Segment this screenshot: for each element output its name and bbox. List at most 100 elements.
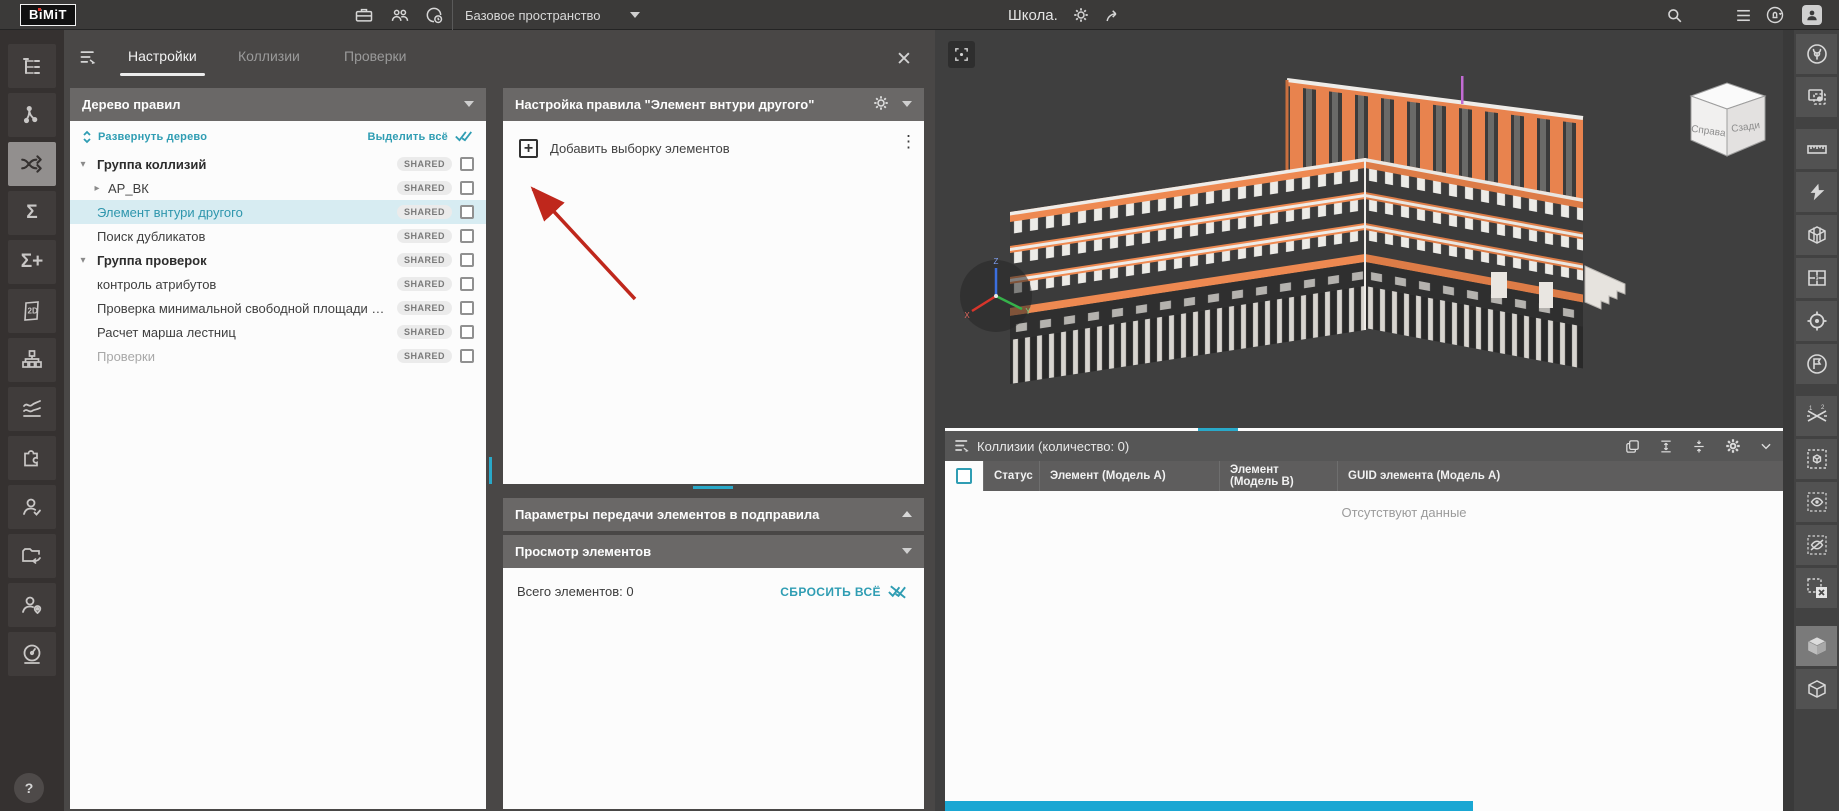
tree-item-checkbox[interactable] [460,205,474,219]
column-guid-a[interactable]: GUID элемента (Модель A) [1337,461,1783,491]
table-settings-icon[interactable] [1724,437,1742,455]
tree-item-min-area-check[interactable]: Проверка минимальной свободной площади с… [70,296,486,320]
tree-item-checkbox[interactable] [460,301,474,315]
panel-menu-icon[interactable] [953,437,971,454]
column-status[interactable]: Статус [983,461,1039,491]
workspace-caret-icon[interactable] [630,12,640,18]
tree-item-checkbox[interactable] [460,253,474,267]
team-icon[interactable] [388,3,412,27]
clash-rules-icon[interactable] [8,142,56,186]
focus-model-button[interactable] [948,41,975,68]
tree-item-checks[interactable]: Проверки SHARED [70,344,486,368]
fit-columns-icon[interactable] [1691,438,1707,455]
show-eye-icon[interactable] [1796,482,1837,522]
graph-branch-icon[interactable] [8,93,56,137]
search-icon[interactable] [1662,3,1686,27]
rule-tree-header[interactable]: Дерево правил [70,88,486,121]
user-check-icon[interactable] [8,485,56,529]
tree-item-checkbox[interactable] [460,157,474,171]
transfer-params-panel[interactable]: Параметры передачи элементов в подправил… [503,498,924,531]
reset-all-link[interactable]: СБРОСИТЬ ВСЁ [780,585,908,599]
gauge-icon[interactable] [8,632,56,676]
flag-icon[interactable] [1796,344,1837,384]
expand-arrow-icon[interactable]: ▸ [92,183,102,194]
collapse-caret-up-icon[interactable] [902,511,912,517]
model-viewport[interactable]: Справа Сзади Z X Y Коллизии (количество:… [935,30,1783,811]
collapse-caret-icon[interactable] [902,101,912,107]
select-all-link[interactable]: Выделить всё [367,130,474,143]
building-model [935,30,1783,428]
rule-gear-icon[interactable] [872,94,890,112]
axes-gizmo[interactable]: Z X Y [956,254,1036,334]
workspace-selector[interactable]: Базовое пространство [465,0,601,30]
projects-icon[interactable] [352,3,376,27]
collapse-arrow-icon[interactable]: ▾ [78,159,88,170]
isolate-cube-icon[interactable] [1796,439,1837,479]
tree-item-checkbox[interactable] [460,229,474,243]
section-box-icon[interactable] [1796,215,1837,255]
ghost-cube-icon[interactable] [1796,669,1837,709]
globe-status-icon[interactable] [422,3,446,27]
navigation-cube[interactable]: Справа Сзади [1681,72,1773,164]
model-tree-icon[interactable] [8,44,56,88]
tab-collisions[interactable]: Коллизии [236,44,302,68]
collapse-caret-icon[interactable] [464,101,474,107]
account-icon[interactable] [1800,3,1824,27]
tree-item-ar-vk[interactable]: ▸ АР_ВК SHARED [70,176,486,200]
vertical-resize-handle[interactable] [489,457,492,484]
tab-settings[interactable]: Настройки [126,44,199,68]
column-element-b[interactable]: Элемент (Модель B) [1219,461,1337,491]
ruler-icon[interactable] [1796,129,1837,169]
2d-view-icon[interactable]: 2D [8,289,56,333]
kebab-menu-icon[interactable]: ⋮ [900,137,910,146]
tree-item-checkbox[interactable] [460,325,474,339]
collapse-caret-icon[interactable] [902,548,912,554]
project-settings-icon[interactable] [1072,6,1090,24]
collapse-panel-icon[interactable] [1759,439,1773,453]
rule-tree-panel: Дерево правил Развернуть дерево Выделить… [70,88,486,809]
tree-item-duplicates[interactable]: Поиск дубликатов SHARED [70,224,486,248]
tree-item-attr-control[interactable]: контроль атрибутов SHARED [70,272,486,296]
collapse-arrow-icon[interactable]: ▾ [78,255,88,266]
hide-eye-icon[interactable] [1796,525,1837,565]
column-element-a[interactable]: Элемент (Модель A) [1039,461,1219,491]
share-icon[interactable] [1104,6,1123,25]
tree-item-element-inside[interactable]: Элемент внтури другого SHARED [70,200,486,224]
row-height-icon[interactable] [1658,438,1674,455]
clear-selection-icon[interactable] [1796,568,1837,608]
clash-pair-icon[interactable]: 12 [1796,396,1837,436]
horizontal-resize-handle[interactable] [693,486,733,489]
charts-icon[interactable] [8,387,56,431]
add-selection-button[interactable]: + [519,139,538,158]
tree-item-stair-calc[interactable]: Расчет марша лестниц SHARED [70,320,486,344]
view-elements-panel-header[interactable]: Просмотр элементов [503,535,924,568]
tree-item-group-checks[interactable]: ▾ Группа проверок SHARED [70,248,486,272]
folder-export-icon[interactable] [8,534,56,578]
environment-tree-icon[interactable] [1796,34,1837,74]
flash-icon[interactable] [1796,172,1837,212]
tab-checks[interactable]: Проверки [342,44,408,68]
shared-badge: SHARED [397,301,452,315]
scheme-icon[interactable] [8,338,56,382]
help-button[interactable]: ? [14,773,44,803]
sum-add-icon[interactable]: Σ+ [8,240,56,284]
notifications-icon[interactable] [1763,3,1787,27]
tree-item-group-collisions[interactable]: ▾ Группа коллизий SHARED [70,152,486,176]
locate-icon[interactable] [1796,301,1837,341]
tree-item-checkbox[interactable] [460,349,474,363]
sum-icon[interactable]: Σ [8,191,56,235]
selection-focus-icon[interactable] [1796,77,1837,117]
solid-view-cube-icon[interactable] [1796,626,1837,666]
plugins-icon[interactable] [8,436,56,480]
tree-item-checkbox[interactable] [460,277,474,291]
tree-item-checkbox[interactable] [460,181,474,195]
select-all-checkbox[interactable] [956,468,972,484]
copy-icon[interactable] [1624,438,1641,455]
list-menu-icon[interactable] [1731,3,1755,27]
panel-menu-icon[interactable] [78,48,98,66]
expand-tree-link[interactable]: Развернуть дерево [82,130,207,144]
floor-plan-icon[interactable] [1796,258,1837,298]
rule-settings-header[interactable]: Настройка правила "Элемент внтури другог… [503,88,924,121]
user-location-icon[interactable] [8,583,56,627]
close-icon[interactable]: ✕ [896,50,912,69]
